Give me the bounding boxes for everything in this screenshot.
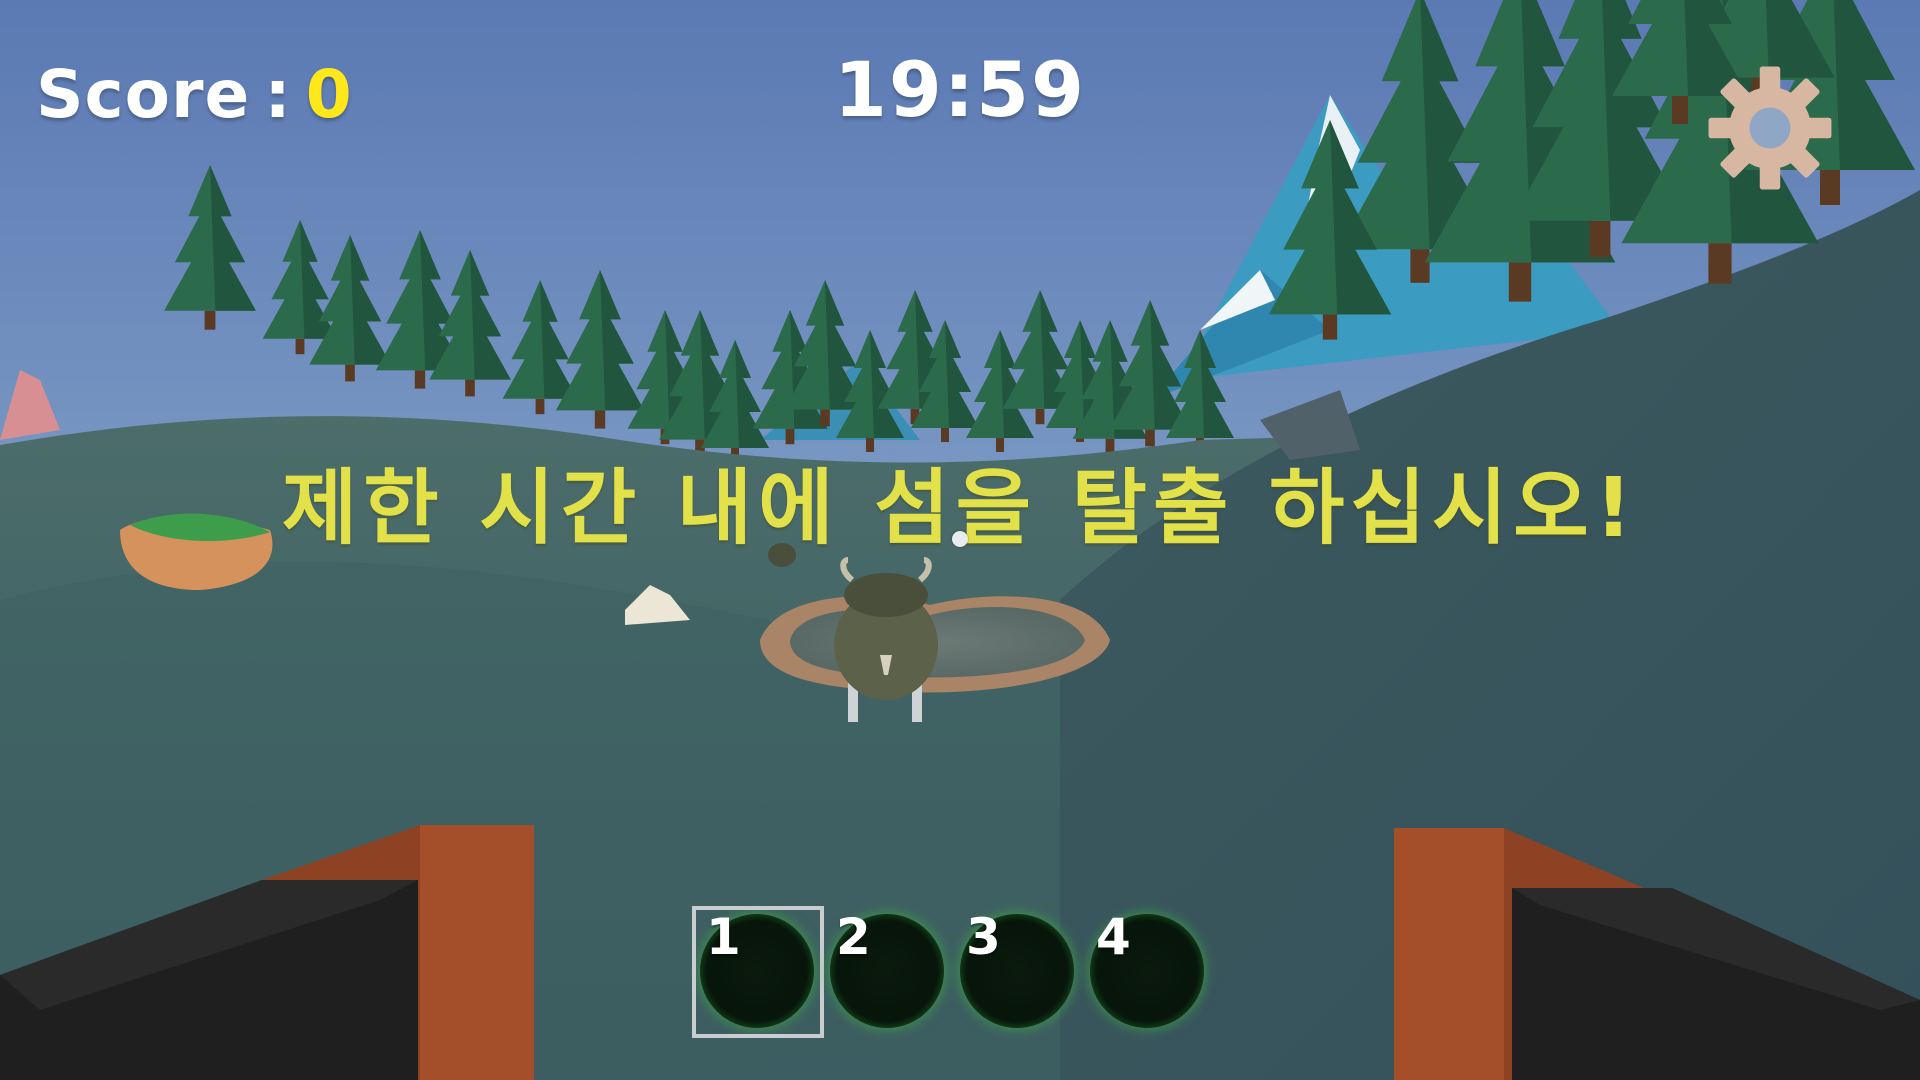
countdown-timer: 19:59 — [834, 45, 1086, 134]
item-hotbar: 1 2 3 4 — [692, 906, 1220, 1038]
gear-icon — [1708, 66, 1832, 190]
hotbar-slot-4[interactable]: 4 — [1090, 908, 1204, 1028]
settings-button[interactable] — [1706, 64, 1834, 192]
crosshair-dot — [952, 531, 968, 547]
hotbar-slot-3[interactable]: 3 — [960, 908, 1074, 1028]
hotbar-slot-number: 4 — [1096, 908, 1131, 966]
hotbar-slot-1[interactable]: 1 — [700, 908, 814, 1028]
hotbar-slot-number: 1 — [706, 908, 741, 966]
hotbar-slot-number: 2 — [836, 908, 871, 966]
hotbar-slot-number: 3 — [966, 908, 1001, 966]
hotbar-slot-2[interactable]: 2 — [830, 908, 944, 1028]
